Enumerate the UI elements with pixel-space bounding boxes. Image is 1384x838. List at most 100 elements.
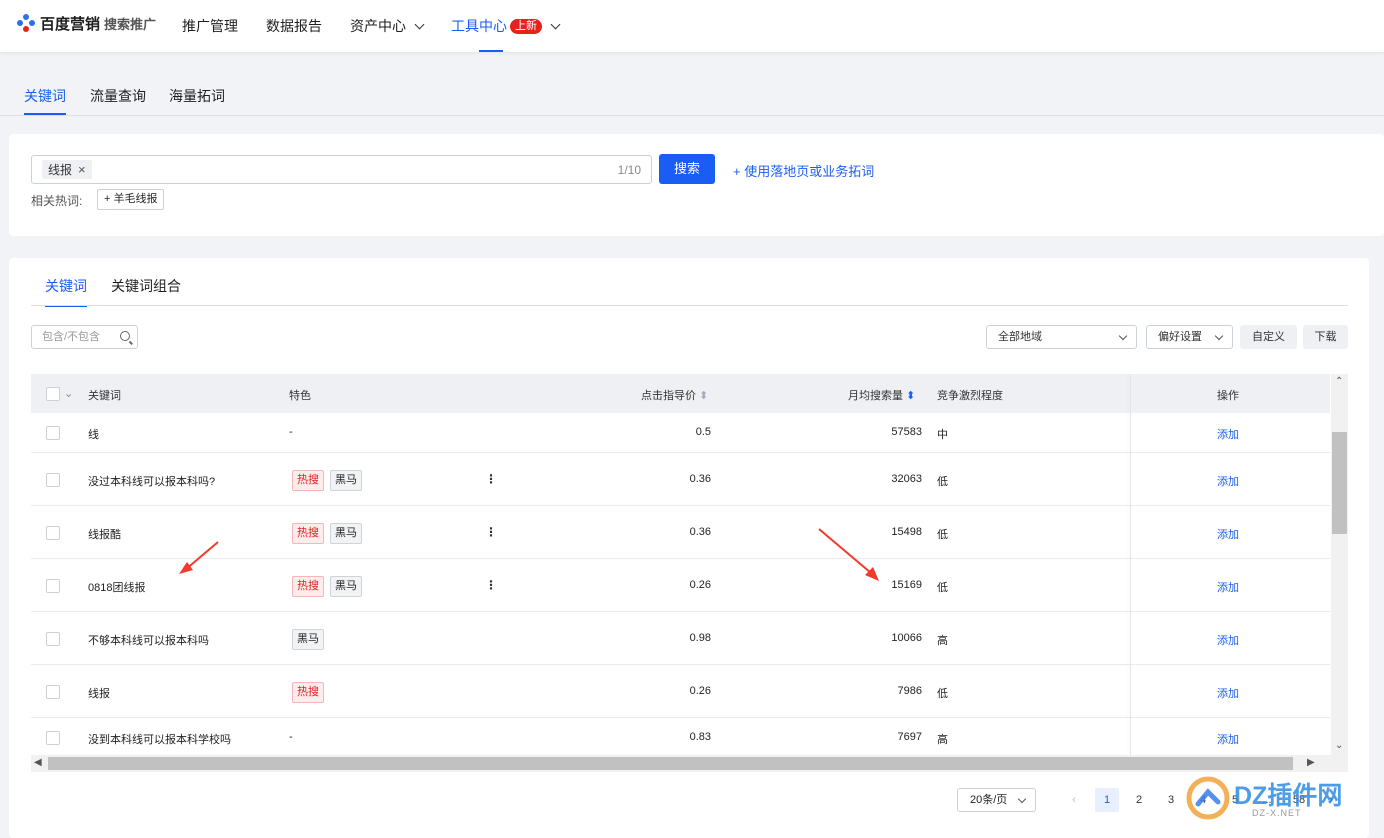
sort-desc-icon: ⬍: [906, 390, 916, 402]
page-size-label: 20条/页: [970, 794, 1008, 806]
include-exclude-filter-input[interactable]: 包含/不包含: [31, 325, 138, 349]
scroll-left-icon[interactable]: ◀: [34, 757, 42, 768]
watermark-icon: [1186, 776, 1230, 820]
more-icon[interactable]: ⋮: [485, 472, 497, 486]
page-3[interactable]: 3: [1159, 788, 1183, 812]
horizontal-scroll-thumb[interactable]: [48, 757, 1293, 770]
cell-cpc: 0.83: [689, 731, 711, 743]
watermark-text: DZ插件网: [1234, 782, 1343, 810]
row-checkbox[interactable]: [46, 731, 60, 745]
add-keyword-button[interactable]: 添加: [1217, 426, 1239, 442]
close-icon[interactable]: ×: [78, 162, 86, 177]
col-cpc-label: 点击指导价: [641, 390, 696, 402]
table-row: 不够本科线可以报本科吗 黑马 0.98 10066 高 添加: [31, 612, 1330, 665]
add-keyword-button[interactable]: 添加: [1217, 579, 1239, 595]
nav-promotion-management[interactable]: 推广管理: [182, 0, 238, 52]
row-checkbox[interactable]: [46, 473, 60, 487]
nav-tool-center[interactable]: 工具中心 上新: [451, 0, 561, 52]
add-keyword-button[interactable]: 添加: [1217, 685, 1239, 701]
row-checkbox[interactable]: [46, 526, 60, 540]
add-keyword-button[interactable]: 添加: [1217, 473, 1239, 489]
nav-label: 工具中心: [451, 18, 507, 34]
vertical-scroll-thumb[interactable]: [1332, 432, 1347, 534]
scroll-up-icon[interactable]: ⌃: [1335, 376, 1343, 387]
page-2[interactable]: 2: [1127, 788, 1151, 812]
cell-cpc: 0.5: [695, 426, 711, 438]
chevron-down-icon[interactable]: ⌄: [64, 387, 73, 400]
new-badge: 上新: [510, 18, 542, 34]
cell-monthly-search: 15498: [891, 526, 922, 538]
tab-mass-expand[interactable]: 海量拓词: [169, 86, 225, 106]
scroll-down-icon[interactable]: ⌄: [1335, 740, 1343, 751]
download-button[interactable]: 下载: [1303, 325, 1348, 349]
search-button[interactable]: 搜索: [659, 154, 715, 184]
cell-keyword: 线: [88, 429, 99, 441]
cell-keyword: 没到本科线可以报本科学校吗: [88, 734, 231, 746]
row-checkbox[interactable]: [46, 685, 60, 699]
page-1[interactable]: 1: [1095, 788, 1119, 812]
row-checkbox[interactable]: [46, 426, 60, 440]
top-navbar: 百度营销 搜索推广 推广管理 数据报告 资产中心 工具中心 上新: [0, 0, 1384, 52]
select-all-checkbox[interactable]: [46, 387, 60, 401]
table-row: 线报 热搜 0.26 7986 低 添加: [31, 665, 1330, 718]
table-row: 线 - 0.5 57583 中 添加: [31, 413, 1330, 453]
table-header: ⌄ 关键词 特色 点击指导价 ⬍ 月均搜索量 ⬍ 竞争激烈程度 操作: [31, 374, 1330, 413]
landing-page-expand-link[interactable]: + 使用落地页或业务拓词: [733, 161, 874, 180]
tab-keywords[interactable]: 关键词: [45, 276, 87, 307]
table-row: 没到本科线可以报本科学校吗 - 0.83 7697 高 添加: [31, 718, 1330, 755]
search-tag-label: 线报: [48, 163, 73, 177]
cell-cpc: 0.26: [689, 685, 711, 697]
baidu-marketing-logo[interactable]: 百度营销 搜索推广: [17, 13, 156, 34]
tab-traffic-query[interactable]: 流量查询: [90, 86, 146, 106]
cell-feature: -: [289, 731, 293, 743]
more-icon[interactable]: ⋮: [485, 578, 497, 592]
watermark-subtext: DZ-X.NET: [1252, 808, 1302, 818]
chevron-down-icon: [1214, 331, 1224, 341]
cell-competition: 中: [937, 429, 948, 441]
cell-monthly-search: 7986: [897, 685, 922, 697]
cell-competition: 低: [937, 688, 948, 700]
region-value: 全部地域: [998, 331, 1042, 343]
page-size-select[interactable]: 20条/页: [957, 788, 1036, 812]
row-checkbox[interactable]: [46, 632, 60, 646]
cell-keyword: 0818团线报: [88, 582, 146, 594]
tag-count: 1/10: [617, 163, 641, 177]
table-row: 线报酷 热搜 黑马 ⋮ 0.36 15498 低 添加: [31, 506, 1330, 559]
add-keyword-button[interactable]: 添加: [1217, 731, 1239, 747]
col-keyword: 关键词: [88, 390, 121, 402]
cell-keyword: 线报: [88, 688, 110, 700]
watermark-logo: DZ插件网 DZ-X.NET: [1182, 770, 1377, 825]
chevron-down-icon: [1118, 331, 1128, 341]
col-monthly-search[interactable]: 月均搜索量 ⬍: [848, 387, 915, 403]
more-icon[interactable]: ⋮: [485, 525, 497, 539]
col-cpc[interactable]: 点击指导价 ⬍: [641, 387, 708, 403]
col-feature: 特色: [289, 390, 311, 402]
dark-horse-tag: 黑马: [292, 629, 324, 650]
fixed-column-divider: [1130, 374, 1131, 755]
hot-word-chip[interactable]: + 羊毛线报: [97, 189, 165, 210]
cell-monthly-search: 32063: [891, 473, 922, 485]
tab-keyword[interactable]: 关键词: [24, 86, 66, 115]
cell-competition: 低: [937, 582, 948, 594]
customize-button[interactable]: 自定义: [1240, 325, 1297, 349]
dark-horse-tag: 黑马: [330, 470, 362, 491]
keyword-search-input[interactable]: 线报 × 1/10: [31, 155, 652, 184]
cell-feature: -: [289, 426, 293, 438]
preferences-dropdown[interactable]: 偏好设置: [1146, 325, 1233, 349]
col-action: 操作: [1217, 390, 1239, 402]
cell-competition: 高: [937, 734, 948, 746]
region-select[interactable]: 全部地域: [986, 325, 1137, 349]
paw-logo-icon: [17, 13, 37, 34]
keyword-table: ⌄ 关键词 特色 点击指导价 ⬍ 月均搜索量 ⬍ 竞争激烈程度 操作 线 -0.5 57…: [31, 374, 1330, 755]
row-checkbox[interactable]: [46, 579, 60, 593]
tab-keyword-combination[interactable]: 关键词组合: [111, 276, 181, 296]
scroll-right-icon[interactable]: ▶: [1307, 757, 1315, 768]
nav-data-report[interactable]: 数据报告: [266, 0, 322, 52]
add-keyword-button[interactable]: 添加: [1217, 526, 1239, 542]
table-row: 0818团线报 热搜 黑马 ⋮ 0.26 15169 低 添加: [31, 559, 1330, 612]
tool-subtabs: 关键词 流量查询 海量拓词: [0, 52, 1384, 116]
prev-page-button[interactable]: ‹: [1062, 788, 1086, 812]
add-keyword-button[interactable]: 添加: [1217, 632, 1239, 648]
cell-cpc: 0.98: [689, 632, 711, 644]
nav-asset-center[interactable]: 资产中心: [350, 0, 425, 52]
